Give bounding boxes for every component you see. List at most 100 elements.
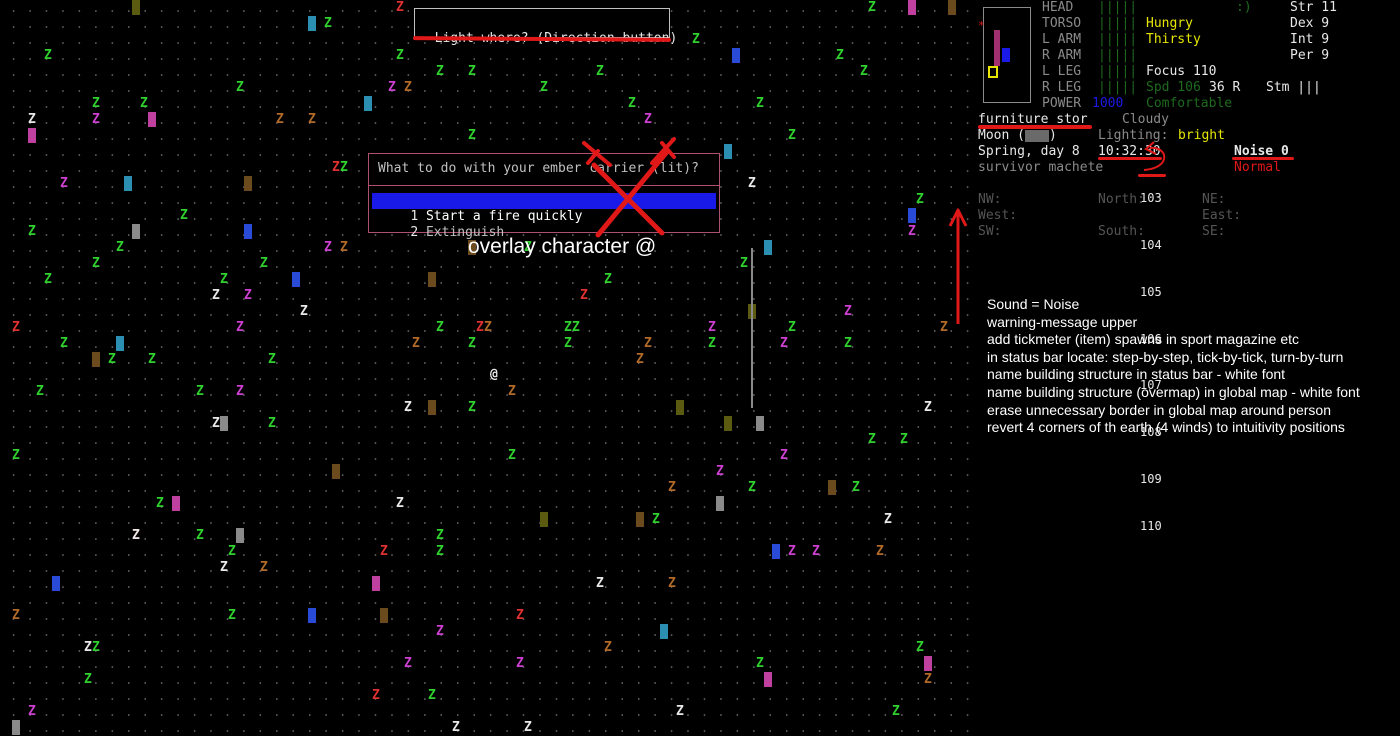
zombie-glyph: Z [740,256,748,271]
zombie-glyph: Z [788,320,796,335]
terrain-row: . . . . . . . . . . . . . . . . . . . . … [10,129,973,143]
zombie-glyph: Z [916,640,924,655]
zombie-glyph: Z [12,320,20,335]
zombie-glyph: Z [12,448,20,463]
map-tile [364,96,372,111]
terrain-row: . . . . . . . . . . . . . . . . . . . . … [10,273,973,287]
zombie-glyph: Z [156,496,164,511]
zombie-glyph: Z [852,480,860,495]
weather-status: Cloudy [1122,112,1169,127]
map-tile [732,48,740,63]
map-tile [12,720,20,735]
terrain-row: . . . . . . . . . . . . . . . . . . . . … [10,433,973,447]
note-line: warning-message upper [987,313,1138,330]
zombie-glyph: Z [636,352,644,367]
zombie-glyph: Z [844,336,852,351]
stat-stamina: Stm ||| [1266,80,1321,95]
zombie-glyph: Z [884,512,892,527]
zombie-glyph: Z [116,240,124,255]
zombie-glyph: Z [228,544,236,559]
zombie-glyph: Z [452,720,460,735]
zombie-glyph: Z [92,640,100,655]
zombie-glyph: Z [324,16,332,31]
terrain-row: . . . . . . . . . . . . . . . . . . . . … [10,641,973,655]
hunger-status: Hungry [1146,16,1193,31]
zombie-glyph: Z [36,384,44,399]
zombie-glyph: Z [924,672,932,687]
zombie-glyph: Z [844,304,852,319]
developer-notes: Sound = Noise warning-message upper add … [987,296,1360,437]
terrain-row: . . . . . . . . . . . . . . . . . . . . … [10,625,973,639]
zombie-glyph: Z [220,560,228,575]
note-line: name building structure (overmap) in glo… [987,383,1360,400]
zombie-glyph: Z [108,352,116,367]
overlay-annotation: overlay character @ [468,235,657,258]
zombie-glyph: Z [404,400,412,415]
hp-bar-torso: ||||| [1098,16,1138,31]
terrain-row: . . . . . . . . . . . . . . . . . . . . … [10,289,973,303]
zombie-glyph: Z [668,576,676,591]
zombie-glyph: Z [812,544,820,559]
zombie-glyph: Z [28,224,36,239]
zombie-glyph: Z [260,256,268,271]
hp-bar-lleg: ||||| [1098,64,1138,79]
terrain-row: . . . . . . . . . . . . . . . . . . . . … [10,465,973,479]
body-part-rarm: R ARM [1042,48,1082,63]
zombie-glyph: Z [92,112,100,127]
map-tile [244,224,252,239]
zombie-glyph: Z [876,544,884,559]
zombie-glyph: Z [236,384,244,399]
zombie-glyph: Z [676,704,684,719]
temperature-status: Comfortable [1146,96,1233,111]
hp-bar-head: ||||| [1098,0,1138,15]
map-tile [380,608,388,623]
zombie-glyph: Z [300,304,308,319]
zombie-glyph: Z [236,320,244,335]
map-tile [292,272,300,287]
map-tile [116,336,124,351]
hp-bar-rleg: ||||| [1098,80,1138,95]
zombie-glyph: Z [332,160,340,175]
zombie-glyph: Z [524,720,532,735]
zombie-glyph: Z [628,96,636,111]
zombie-glyph: Z [564,320,572,335]
note-line: revert 4 corners of th earth (4 winds) t… [987,419,1345,436]
game-map[interactable]: . . . . . . . . . . . . . . . . . . . . … [0,0,975,736]
terrain-row: . . . . . . . . . . . . . . . . . . . . … [10,401,973,415]
zombie-glyph: Z [196,384,204,399]
zombie-glyph: Z [580,288,588,303]
zombie-glyph: Z [44,272,52,287]
zombie-glyph: Z [468,128,476,143]
zombie-glyph: Z [276,112,284,127]
note-line: erase unnecessary border in global map a… [987,401,1331,418]
zombie-glyph: Z [900,432,908,447]
zombie-glyph: Z [596,64,604,79]
zombie-glyph: Z [908,224,916,239]
body-part-torso: TORSO [1042,16,1082,31]
compass-east: East: [1202,208,1242,223]
zombie-glyph: Z [28,112,36,127]
speed-status: Spd 106 [1146,80,1201,95]
zombie-glyph: Z [148,352,156,367]
zombie-glyph: Z [780,448,788,463]
map-tile [308,16,316,31]
map-tile [244,176,252,191]
zombie-glyph: Z [236,80,244,95]
terrain-row: . . . . . . . . . . . . . . . . . . . . … [10,449,973,463]
map-tile [236,528,244,543]
terrain-row: . . . . . . . . . . . . . . . . . . . . … [10,545,973,559]
zombie-glyph: Z [836,48,844,63]
zombie-glyph: Z [268,352,276,367]
zombie-glyph: Z [92,256,100,271]
zombie-glyph: Z [404,80,412,95]
tick-item: 110 [1140,518,1162,533]
body-part-rleg: R LEG [1042,80,1082,95]
zombie-glyph: Z [396,496,404,511]
map-tile [92,352,100,367]
zombie-glyph: Z [60,336,68,351]
map-tile [764,672,772,687]
morale-face: :) [1236,0,1252,15]
terrain-row: . . . . . . . . . . . . . . . . . . . . … [10,529,973,543]
terrain-row: . . . . . . . . . . . . . . . . . . . . … [10,561,973,575]
zombie-glyph: Z [180,208,188,223]
